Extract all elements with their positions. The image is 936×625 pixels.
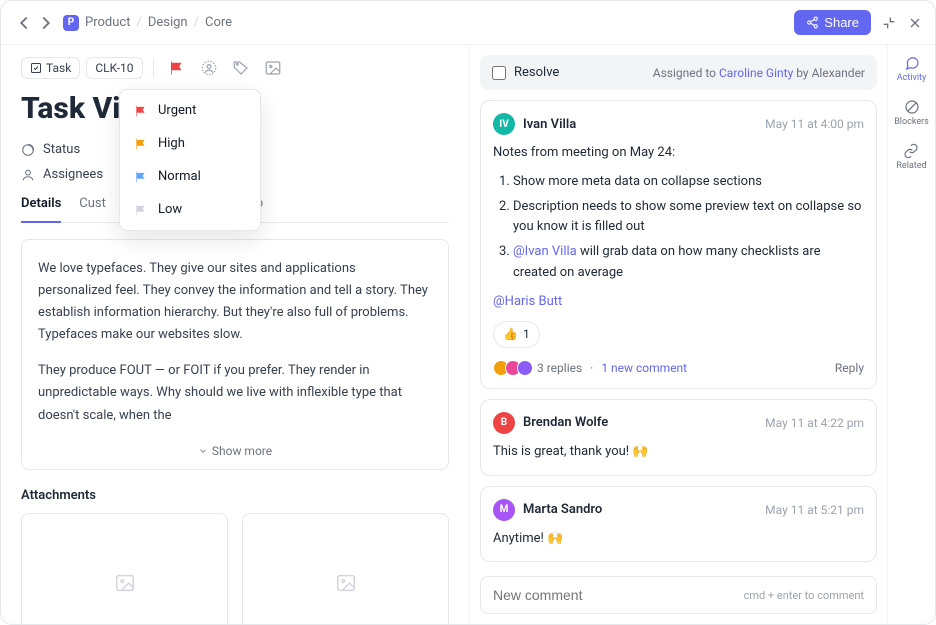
- crumb-mid[interactable]: Design: [148, 15, 188, 30]
- crumb-root[interactable]: Product: [85, 15, 130, 30]
- compose-hint: cmd + enter to comment: [744, 589, 864, 602]
- task-id-chip[interactable]: CLK-10: [86, 57, 142, 79]
- assignee-icon[interactable]: [200, 59, 218, 77]
- chat-icon: [904, 55, 920, 71]
- reaction-button[interactable]: 👍1: [493, 321, 540, 348]
- comment-time: May 11 at 5:21 pm: [765, 503, 864, 517]
- avatar: B: [493, 412, 515, 434]
- image-icon: [335, 572, 357, 594]
- comment-author: Marta Sandro: [523, 502, 602, 517]
- chevron-down-icon: [198, 446, 208, 456]
- new-comment-badge[interactable]: 1 new comment: [601, 361, 687, 375]
- tag-icon[interactable]: [232, 59, 250, 77]
- tab-custom[interactable]: Cust: [79, 196, 106, 222]
- comment-thread: B Brendan Wolfe May 11 at 4:22 pm This i…: [480, 399, 877, 476]
- close-icon[interactable]: [907, 15, 923, 31]
- priority-dropdown: Urgent High Normal Low: [119, 89, 261, 231]
- priority-low[interactable]: Low: [120, 193, 260, 226]
- comment-thread: M Marta Sandro May 11 at 5:21 pm Anytime…: [480, 486, 877, 563]
- replies-count[interactable]: 3 replies: [537, 361, 582, 375]
- breadcrumb[interactable]: P Product / Design / Core: [63, 15, 232, 31]
- priority-normal[interactable]: Normal: [120, 160, 260, 193]
- resolve-label: Resolve: [514, 65, 559, 80]
- collapse-icon[interactable]: [881, 15, 897, 31]
- nav-back[interactable]: [13, 12, 35, 34]
- show-more-button[interactable]: Show more: [38, 441, 432, 461]
- priority-urgent[interactable]: Urgent: [120, 94, 260, 127]
- link-icon: [903, 143, 919, 159]
- comment-time: May 11 at 4:22 pm: [765, 416, 864, 430]
- reply-button[interactable]: Reply: [835, 361, 864, 375]
- crumb-leaf[interactable]: Core: [205, 15, 232, 30]
- image-icon[interactable]: [264, 59, 282, 77]
- status-icon: [21, 143, 35, 157]
- avatar: M: [493, 499, 515, 521]
- tab-details[interactable]: Details: [21, 196, 61, 223]
- attachment-1[interactable]: [21, 513, 228, 624]
- attachments-heading: Attachments: [21, 488, 449, 503]
- description-card: We love typefaces. They give our sites a…: [21, 239, 449, 470]
- compose-input[interactable]: [493, 587, 744, 603]
- sidebar-related[interactable]: Related: [896, 143, 926, 171]
- avatar: IV: [493, 113, 515, 135]
- resolve-checkbox[interactable]: [492, 66, 506, 80]
- image-icon: [114, 572, 136, 594]
- comment-body: Anytime! 🙌: [493, 529, 864, 550]
- assigned-to: Assigned to Caroline Ginty by Alexander: [653, 66, 865, 80]
- priority-high[interactable]: High: [120, 127, 260, 160]
- description-p2: They produce FOUT — or FOIT if you prefe…: [38, 360, 432, 426]
- share-button[interactable]: Share: [794, 10, 871, 35]
- compose-box[interactable]: cmd + enter to comment: [480, 576, 877, 614]
- task-type-chip[interactable]: Task: [21, 57, 80, 79]
- description-p1: We love typefaces. They give our sites a…: [38, 258, 432, 346]
- comment-time: May 11 at 4:00 pm: [765, 117, 864, 131]
- sidebar-blockers[interactable]: Blockers: [894, 99, 929, 127]
- sidebar-activity[interactable]: Activity: [897, 55, 926, 83]
- product-icon: P: [63, 15, 79, 31]
- resolve-bar: Resolve Assigned to Caroline Ginty by Al…: [480, 55, 877, 90]
- comment-thread: IV Ivan Villa May 11 at 4:00 pm Notes fr…: [480, 100, 877, 389]
- reply-avatars: [493, 360, 529, 376]
- person-icon: [21, 168, 35, 182]
- mention[interactable]: @Haris Butt: [493, 292, 864, 313]
- priority-flag-icon[interactable]: [168, 59, 186, 77]
- comment-body: This is great, thank you! 🙌: [493, 442, 864, 463]
- attachment-2[interactable]: [242, 513, 449, 624]
- nav-forward[interactable]: [35, 12, 57, 34]
- comment-author: Ivan Villa: [523, 117, 576, 132]
- block-icon: [904, 99, 920, 115]
- comment-author: Brendan Wolfe: [523, 415, 608, 430]
- comment-body: Notes from meeting on May 24: Show more …: [493, 143, 864, 348]
